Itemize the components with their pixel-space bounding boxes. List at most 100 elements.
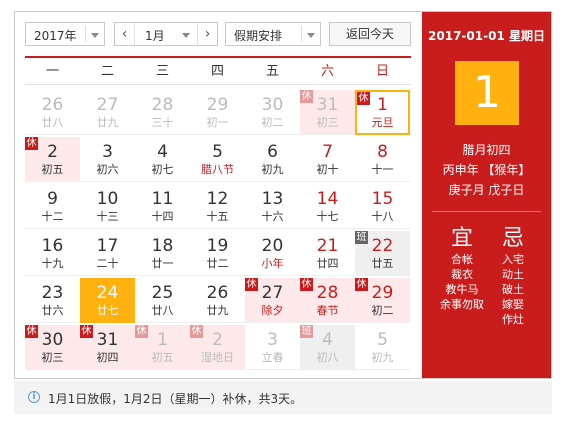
day-cell[interactable]: 13 十六 xyxy=(245,184,300,229)
day-number: 26 xyxy=(206,283,229,303)
day-number: 5 xyxy=(377,330,388,350)
day-cell[interactable]: 休 31 初三 xyxy=(300,90,355,135)
lunar-label: 初七 xyxy=(151,163,174,176)
holiday-badge: 休 xyxy=(357,92,370,105)
month-select-value[interactable]: 1月 xyxy=(145,27,165,44)
lunar-label: 十五 xyxy=(206,210,229,223)
day-number: 27 xyxy=(96,95,119,115)
day-cell[interactable]: 班 22 廿五 xyxy=(355,231,410,276)
day-cell[interactable]: 27 廿九 xyxy=(80,90,135,135)
lunar-label: 廿八 xyxy=(41,116,64,129)
day-cell[interactable]: 6 初九 xyxy=(245,137,300,182)
day-cell[interactable]: 5 腊八节 xyxy=(190,137,245,182)
day-cell[interactable]: 18 廿一 xyxy=(135,231,190,276)
day-cell[interactable]: 20 小年 xyxy=(245,231,300,276)
big-day-number: 1 xyxy=(455,61,519,125)
day-cell[interactable]: 16 十九 xyxy=(25,231,80,276)
holiday-badge: 休 xyxy=(25,325,38,338)
weekday-fri: 五 xyxy=(265,64,279,79)
lunar-label: 腊八节 xyxy=(201,163,234,176)
day-number: 16 xyxy=(41,236,64,256)
day-cell[interactable]: 30 初二 xyxy=(245,90,300,135)
day-cell[interactable]: 休 29 初二 xyxy=(355,278,410,323)
day-cell[interactable]: 15 十八 xyxy=(355,184,410,229)
day-cell[interactable]: 休 31 初四 xyxy=(80,325,135,370)
holiday-badge: 休 xyxy=(135,325,148,338)
lunar-label: 十六 xyxy=(261,210,284,223)
day-cell[interactable]: 14 十七 xyxy=(300,184,355,229)
day-cell[interactable]: 9 十二 xyxy=(25,184,80,229)
lunar-label: 廿一 xyxy=(151,257,174,270)
day-cell[interactable]: 4 初七 xyxy=(135,137,190,182)
day-cell[interactable]: 21 廿四 xyxy=(300,231,355,276)
holiday-notice-bar: i 1月1日放假，1月2日（星期一）补休，共3天。 xyxy=(14,381,552,414)
day-cell[interactable]: 10 十三 xyxy=(80,184,135,229)
lunar-label: 廿四 xyxy=(316,257,339,270)
day-cell[interactable]: 3 初六 xyxy=(80,137,135,182)
lunar-label: 廿五 xyxy=(371,257,394,270)
lunar-label: 初五 xyxy=(151,351,174,364)
lunar-label: 初三 xyxy=(41,351,64,364)
lunar-label: 二十 xyxy=(96,257,119,270)
holiday-select[interactable]: 假期安排 xyxy=(225,22,321,46)
lunar-label: 十一 xyxy=(371,163,394,176)
day-cell[interactable]: 休 30 初三 xyxy=(25,325,80,370)
chevron-down-icon xyxy=(91,33,99,38)
next-month-button[interactable]: › xyxy=(197,23,217,47)
holiday-badge: 休 xyxy=(300,90,313,103)
day-cell[interactable]: 24 廿七 xyxy=(80,278,135,323)
holiday-badge: 休 xyxy=(80,325,93,338)
day-cell[interactable]: 26 廿八 xyxy=(25,90,80,135)
weekday-wed: 三 xyxy=(155,64,169,79)
day-cell[interactable]: 26 廿九 xyxy=(190,278,245,323)
day-cell[interactable]: 12 十五 xyxy=(190,184,245,229)
lunar-label: 除夕 xyxy=(261,304,284,317)
lunar-date: 腊月初四 xyxy=(462,143,511,157)
day-cell[interactable]: 17 二十 xyxy=(80,231,135,276)
day-cell[interactable]: 休 27 除夕 xyxy=(245,278,300,323)
yi-heading: 宜 xyxy=(450,226,473,251)
day-number: 26 xyxy=(41,95,64,115)
day-cell[interactable]: 11 十四 xyxy=(135,184,190,229)
day-cell[interactable]: 19 廿二 xyxy=(190,231,245,276)
day-cell[interactable]: 休 2 湿地日 xyxy=(190,325,245,370)
day-number: 24 xyxy=(96,283,119,303)
day-cell[interactable]: 29 初一 xyxy=(190,90,245,135)
day-detail-panel: 2017-01-01 星期日 1 腊月初四 丙申年 【猴年】 庚子月 戊子日 宜… xyxy=(422,12,551,378)
day-cell[interactable]: 8 十一 xyxy=(355,137,410,182)
chevron-down-icon[interactable] xyxy=(182,33,190,38)
lunar-label: 十八 xyxy=(371,210,394,223)
day-cell[interactable]: 28 三十 xyxy=(135,90,190,135)
day-number: 30 xyxy=(261,95,284,115)
prev-month-button[interactable]: ‹ xyxy=(115,23,135,47)
day-cell[interactable]: 25 廿八 xyxy=(135,278,190,323)
day-cell[interactable]: 班 4 初八 xyxy=(300,325,355,370)
ji-item: 作灶 xyxy=(502,313,524,326)
lunar-label: 初四 xyxy=(96,351,119,364)
ji-item: 入宅 xyxy=(502,253,524,266)
holiday-badge: 休 xyxy=(25,137,38,150)
ji-heading: 忌 xyxy=(501,226,524,251)
yi-item: 余事勿取 xyxy=(440,298,484,311)
year-select[interactable]: 2017年 xyxy=(25,22,105,46)
day-cell[interactable]: 休 28 春节 xyxy=(300,278,355,323)
day-cell[interactable]: 23 廿六 xyxy=(25,278,80,323)
day-number: 12 xyxy=(206,189,229,209)
panel-divider xyxy=(432,211,541,212)
day-cell[interactable]: 3 立春 xyxy=(245,325,300,370)
day-cell[interactable]: 休 1 初五 xyxy=(135,325,190,370)
holiday-badge: 休 xyxy=(355,278,368,291)
day-number: 29 xyxy=(206,95,229,115)
day-cell[interactable]: 休 1 元旦 xyxy=(355,90,410,135)
lunar-label: 十九 xyxy=(41,257,64,270)
day-number: 14 xyxy=(316,189,339,209)
back-to-today-button[interactable]: 返回今天 xyxy=(329,22,411,46)
day-cell[interactable]: 5 初九 xyxy=(355,325,410,370)
day-number: 6 xyxy=(267,142,278,162)
weekday-sat: 六 xyxy=(320,64,334,79)
day-cell[interactable]: 休 2 初五 xyxy=(25,137,80,182)
lunar-label: 初八 xyxy=(316,351,339,364)
day-cell[interactable]: 7 初十 xyxy=(300,137,355,182)
weekday-tue: 二 xyxy=(100,64,114,79)
lunar-label: 廿七 xyxy=(96,304,119,317)
